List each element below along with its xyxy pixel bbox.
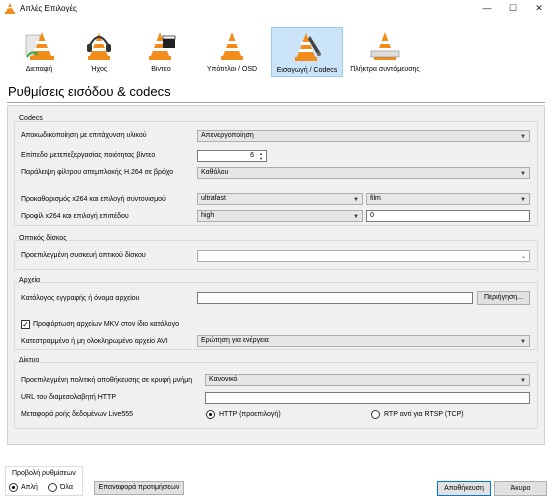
hw-decoding-value: Απενεργοποίηση (201, 132, 254, 139)
x264-profile-select[interactable]: high ▼ (197, 210, 363, 222)
category-input-codecs[interactable]: Εισαγωγή / Codecs (271, 27, 343, 77)
reset-preferences-button[interactable]: Επαναφορά προτιμήσεων (94, 481, 184, 495)
x264-level-input[interactable]: 0 (366, 210, 530, 222)
mkv-preload-checkbox[interactable]: ✓ (21, 320, 30, 329)
category-hotkeys[interactable]: Πλήκτρα συντόμευσης (346, 27, 424, 77)
all-mode-radio[interactable] (48, 483, 57, 492)
chevron-down-icon: ▼ (520, 197, 526, 203)
avi-repair-select[interactable]: Ερώτηση για ενέργεια ▼ (197, 335, 530, 347)
interface-cone-icon (25, 32, 54, 60)
category-audio[interactable]: Ήχος (76, 27, 122, 77)
x264-preset-value: ultrafast (201, 195, 226, 202)
close-button[interactable]: ✕ (526, 0, 552, 18)
http-proxy-label: URL του διαμεσολαβητή HTTP (21, 394, 116, 401)
hw-decoding-label: Αποκωδικοποίηση με επιτάχυνση υλικού (21, 132, 147, 139)
files-group-title: Αρχεία (19, 277, 41, 284)
http-proxy-input[interactable] (205, 392, 530, 404)
category-interface[interactable]: Διεπαφή (14, 27, 64, 77)
category-label: Υπότιτλοι / OSD (206, 66, 258, 73)
all-mode-label: Όλα (60, 484, 73, 491)
show-settings-label: Προβολή ρυθμίσεων (12, 470, 76, 477)
category-video[interactable]: Βίντεο (136, 27, 186, 77)
disc-device-label: Προεπιλεγμένη συσκευή οπτικού δίσκου (21, 252, 146, 259)
input-codecs-cone-icon (295, 33, 321, 61)
chevron-down-icon: ▼ (353, 197, 359, 203)
browse-button[interactable]: Περιήγηση... (477, 291, 530, 305)
chevron-down-icon: ▼ (520, 378, 526, 384)
avi-repair-label: Κατεστραμμένο ή μη ολοκληρωμένο αρχείο A… (21, 338, 168, 345)
chevron-down-icon: ▼ (520, 134, 526, 140)
http-transport-radio[interactable] (206, 410, 215, 419)
vlc-cone-icon (5, 3, 15, 14)
hw-decoding-select[interactable]: Απενεργοποίηση ▼ (197, 130, 530, 142)
skip-loop-filter-label: Παράλειψη φίλτρου απεμπλοκής H.264 σε βρ… (21, 169, 174, 176)
page-title: Ρυθμίσεις εισόδου & codecs (8, 84, 171, 99)
simple-mode-label: Απλή (21, 484, 38, 491)
hotkeys-cone-icon (370, 32, 400, 60)
simple-mode-radio[interactable] (9, 483, 18, 492)
title-divider (7, 102, 545, 103)
category-label: Διεπαφή (25, 66, 53, 73)
cache-policy-value: Κανονικό (209, 376, 238, 383)
mkv-preload-label: Προφόρτωση αρχείων MKV στον ίδιο κατάλογ… (33, 321, 179, 328)
postproc-label: Επίπεδο μετεπεξεργασίας ποιότητας βίντεο (21, 152, 156, 159)
disc-device-select[interactable]: ⌄ (197, 250, 530, 262)
category-label: Βίντεο (151, 66, 171, 73)
chevron-down-icon: ▼ (520, 171, 526, 177)
category-label: Ήχος (90, 66, 108, 73)
minimize-button[interactable]: — (474, 0, 500, 18)
codecs-group-title: Codecs (19, 115, 43, 122)
cache-policy-label: Προεπιλεγμένη πολιτική αποθήκευσης σε κρ… (21, 377, 193, 384)
cache-policy-select[interactable]: Κανονικό ▼ (205, 374, 530, 386)
spin-down-icon[interactable]: ▼ (257, 156, 265, 161)
x264-preset-label: Προκαθορισμός x264 και επιλογή συντονισμ… (21, 196, 166, 203)
cancel-button[interactable]: Άκυρο (494, 481, 547, 496)
subtitles-cone-icon (221, 32, 243, 60)
skip-loop-filter-select[interactable]: Καθόλου ▼ (197, 167, 530, 179)
video-clapper-cone-icon (149, 32, 176, 60)
x264-tune-select[interactable]: film ▼ (366, 193, 530, 205)
record-dir-input[interactable] (197, 292, 473, 304)
audio-headphones-cone-icon (87, 33, 111, 60)
postproc-spinbox[interactable]: 6 ▲ ▼ (197, 150, 267, 162)
category-subtitles-osd[interactable]: Υπότιτλοι / OSD (198, 27, 266, 77)
chevron-down-icon: ⌄ (520, 254, 526, 260)
chevron-down-icon: ▼ (353, 214, 359, 220)
x264-preset-select[interactable]: ultrafast ▼ (197, 193, 363, 205)
window-title: Απλές Επιλογές (20, 4, 77, 13)
http-transport-label: HTTP (προεπιλογή) (219, 411, 281, 418)
title-bar: Απλές Επιλογές — ☐ ✕ (0, 0, 552, 18)
category-label: Πλήκτρα συντόμευσης (350, 66, 420, 73)
rtp-transport-label: RTP αντί για RTSP (TCP) (384, 411, 464, 418)
x264-level-value: 0 (370, 212, 374, 219)
x264-profile-value: high (201, 212, 215, 219)
postproc-value: 6 (250, 152, 254, 159)
disc-group-title: Οπτικός δίσκος (19, 235, 67, 242)
record-dir-label: Κατάλογος εγγραφής ή όνομα αρχείου (21, 295, 140, 302)
maximize-button[interactable]: ☐ (500, 0, 526, 18)
live555-label: Μεταφορά ροής δεδομένων Live555 (21, 411, 134, 418)
save-button[interactable]: Αποθήκευση (437, 481, 491, 496)
rtp-transport-radio[interactable] (371, 410, 380, 419)
chevron-down-icon: ▼ (520, 339, 526, 345)
skip-loop-filter-value: Καθόλου (201, 169, 229, 176)
network-group-title: Δίκτυο (19, 357, 40, 364)
avi-repair-value: Ερώτηση για ενέργεια (201, 337, 269, 344)
category-label: Εισαγωγή / Codecs (276, 67, 338, 74)
x264-tune-value: film (370, 195, 381, 202)
x264-profile-label: Προφίλ x264 και επιλογή επιπέδου (21, 213, 129, 220)
